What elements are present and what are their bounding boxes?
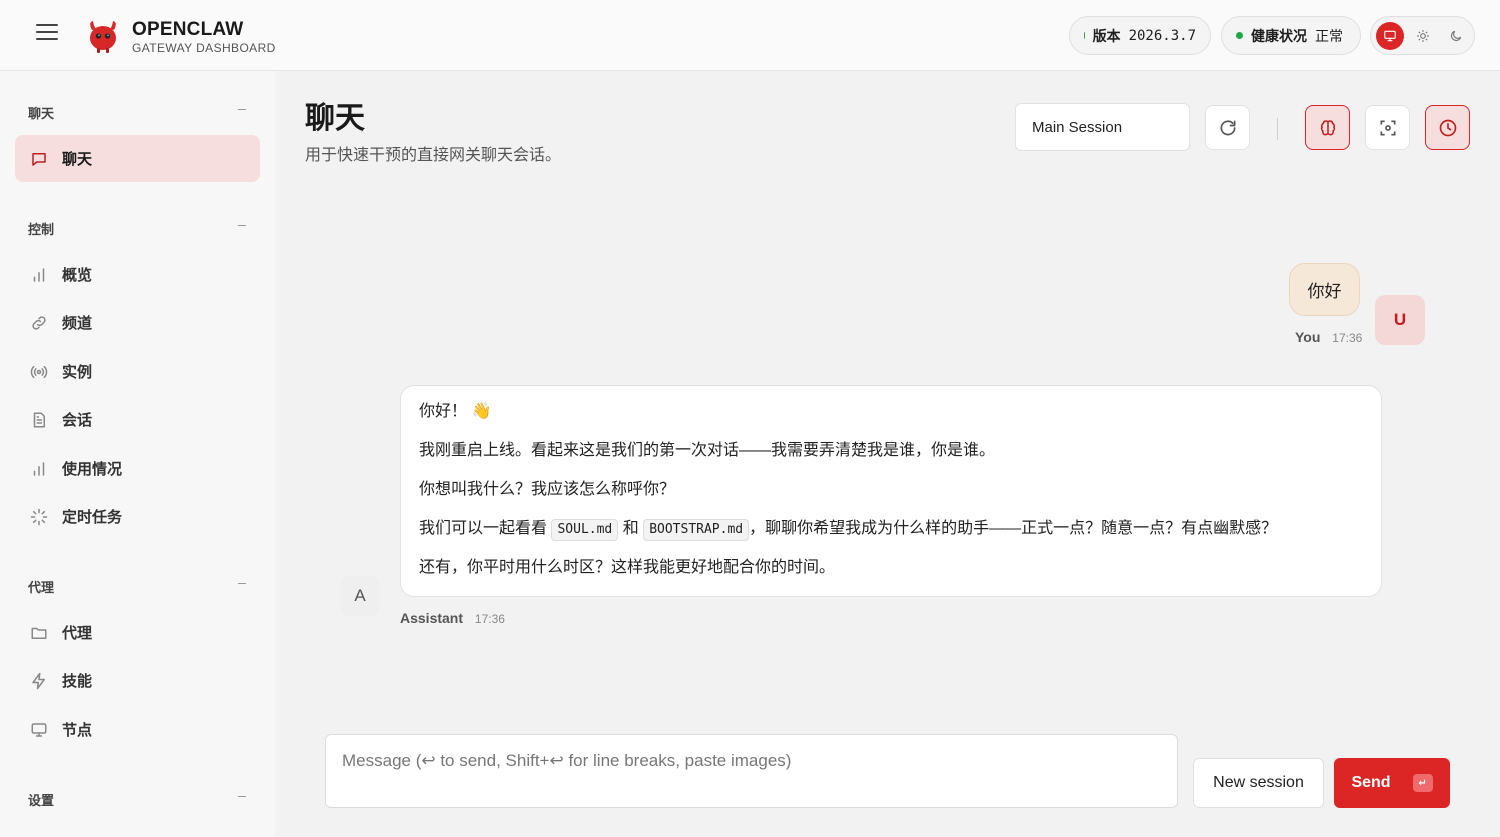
- section-heading-agents[interactable]: 代理: [28, 577, 54, 596]
- send-label: Send: [1351, 774, 1391, 791]
- sidebar-item-sessions[interactable]: 会话: [15, 396, 260, 443]
- message-time: 17:36: [1332, 331, 1363, 345]
- radio-icon: [30, 363, 48, 381]
- sidebar: 聊天 聊天 控制 概览 频道 实例 会话 使用情况 定时任务 代理 代理 技能 …: [0, 71, 275, 837]
- enter-key-icon: ↵: [1412, 774, 1433, 792]
- health-value: 正常: [1315, 27, 1343, 44]
- brand-title: OPENCLAW: [132, 19, 244, 40]
- message-time: 17:36: [474, 612, 505, 626]
- send-button[interactable]: Send ↵: [1334, 758, 1450, 808]
- bar-chart-icon: [30, 460, 48, 478]
- collapse-icon[interactable]: [238, 225, 246, 226]
- user-message-bubble: 你好: [1289, 263, 1360, 316]
- assistant-name: Assistant: [400, 610, 464, 626]
- sidebar-item-label: 使用情况: [62, 461, 123, 478]
- top-bar: OPENCLAW GATEWAY DASHBOARD 版本 2026.3.7 健…: [0, 0, 1500, 71]
- session-select[interactable]: Main Session: [1015, 103, 1190, 151]
- sidebar-item-label: 概览: [62, 267, 93, 284]
- brain-icon: [1320, 119, 1335, 135]
- page-title: 聊天: [305, 102, 365, 135]
- assistant-message-bubble: 你好！ 👋 我刚重启上线。看起来这是我们的第一次对话——我需要弄清楚我是谁，你是…: [400, 385, 1382, 597]
- assistant-avatar: A: [340, 576, 380, 616]
- message-composer: [325, 734, 1178, 808]
- folder-icon: [30, 624, 48, 642]
- sidebar-item-nodes[interactable]: 节点: [15, 706, 260, 753]
- collapse-icon[interactable]: [238, 583, 246, 584]
- sidebar-item-label: 会话: [62, 412, 93, 429]
- brand-subtitle: GATEWAY DASHBOARD: [132, 41, 276, 55]
- sidebar-item-overview[interactable]: 概览: [15, 251, 260, 298]
- message-text: 和: [622, 520, 639, 537]
- main-content: 聊天 用于快速干预的直接网关聊天会话。 Main Session 你好 U Yo…: [275, 71, 1500, 837]
- menu-icon[interactable]: [36, 24, 58, 46]
- sidebar-item-agents[interactable]: 代理: [15, 609, 260, 656]
- refresh-button[interactable]: [1205, 105, 1250, 150]
- theme-dark-button[interactable]: [1442, 22, 1470, 50]
- refresh-icon: [1220, 119, 1235, 135]
- focus-mode-button[interactable]: [1365, 105, 1410, 150]
- sidebar-item-usage[interactable]: 使用情况: [15, 445, 260, 492]
- version-pill: 版本 2026.3.7: [1069, 16, 1211, 55]
- sidebar-item-label: 实例: [62, 364, 93, 381]
- clock-icon: [1439, 119, 1456, 136]
- monitor-icon: [1384, 30, 1396, 42]
- collapse-icon[interactable]: [238, 796, 246, 797]
- message-line: 还有，你平时用什么时区？这样我能更好地配合你的时间。: [419, 559, 836, 576]
- message-line: 你想叫我什么？我应该怎么称呼你？: [419, 481, 676, 498]
- monitor-icon: [30, 721, 48, 739]
- thinking-toggle-button[interactable]: [1305, 105, 1350, 150]
- section-heading-chat[interactable]: 聊天: [28, 103, 54, 122]
- sidebar-item-label: 代理: [62, 625, 93, 642]
- openclaw-logo: [84, 16, 122, 54]
- sun-icon: [1417, 30, 1429, 42]
- assistant-message-meta: Assistant 17:36: [400, 610, 505, 626]
- message-line: 你好！ 👋: [419, 403, 492, 420]
- zap-icon: [30, 672, 48, 690]
- sidebar-item-label: 技能: [62, 673, 93, 690]
- section-heading-control[interactable]: 控制: [28, 219, 54, 238]
- loader-icon: [30, 508, 48, 526]
- theme-light-button[interactable]: [1409, 22, 1437, 50]
- sidebar-item-label: 节点: [62, 722, 93, 739]
- user-message-meta: You 17:36: [1295, 329, 1362, 345]
- inline-code: BOOTSTRAP.md: [643, 519, 750, 541]
- sidebar-item-channels[interactable]: 频道: [15, 299, 260, 346]
- user-avatar: U: [1375, 295, 1425, 345]
- new-session-button[interactable]: New session: [1193, 758, 1324, 808]
- theme-system-button[interactable]: [1376, 22, 1404, 50]
- message-icon: [30, 150, 48, 168]
- file-text-icon: [30, 411, 48, 429]
- user-name: You: [1295, 329, 1321, 345]
- version-value: 2026.3.7: [1128, 27, 1196, 44]
- message-text: ，聊聊你希望我成为什么样的助手——正式一点？随意一点？有点幽默感？: [749, 520, 1278, 537]
- status-dot-icon: [1084, 32, 1085, 39]
- health-label: 健康状况: [1251, 27, 1307, 44]
- collapse-icon[interactable]: [238, 109, 246, 110]
- sidebar-item-instances[interactable]: 实例: [15, 348, 260, 395]
- page-subtitle: 用于快速干预的直接网关聊天会话。: [305, 147, 562, 164]
- bar-chart-icon: [30, 266, 48, 284]
- moon-icon: [1451, 30, 1462, 41]
- message-input[interactable]: [342, 751, 1161, 791]
- health-pill: 健康状况 正常: [1221, 16, 1361, 55]
- theme-switch: [1370, 16, 1475, 55]
- message-line: 我们可以一起看看 SOUL.md 和 BOOTSTRAP.md ，聊聊你希望我成为…: [419, 517, 1363, 541]
- inline-code: SOUL.md: [551, 519, 619, 541]
- status-dot-icon: [1236, 32, 1243, 39]
- sidebar-item-cron[interactable]: 定时任务: [15, 493, 260, 540]
- toolbar-divider: [1277, 118, 1278, 140]
- scan-icon: [1380, 120, 1395, 135]
- history-button[interactable]: [1425, 105, 1470, 150]
- link-icon: [30, 314, 48, 332]
- sidebar-item-label: 聊天: [62, 151, 93, 168]
- message-text: 我们可以一起看看: [419, 520, 548, 537]
- section-heading-settings[interactable]: 设置: [28, 790, 54, 809]
- version-label: 版本: [1092, 27, 1121, 44]
- sidebar-item-chat[interactable]: 聊天: [15, 135, 260, 182]
- sidebar-item-label: 频道: [62, 315, 93, 332]
- sidebar-item-label: 定时任务: [62, 509, 123, 526]
- sidebar-item-skills[interactable]: 技能: [15, 657, 260, 704]
- message-line: 我刚重启上线。看起来这是我们的第一次对话——我需要弄清楚我是谁，你是谁。: [419, 442, 996, 459]
